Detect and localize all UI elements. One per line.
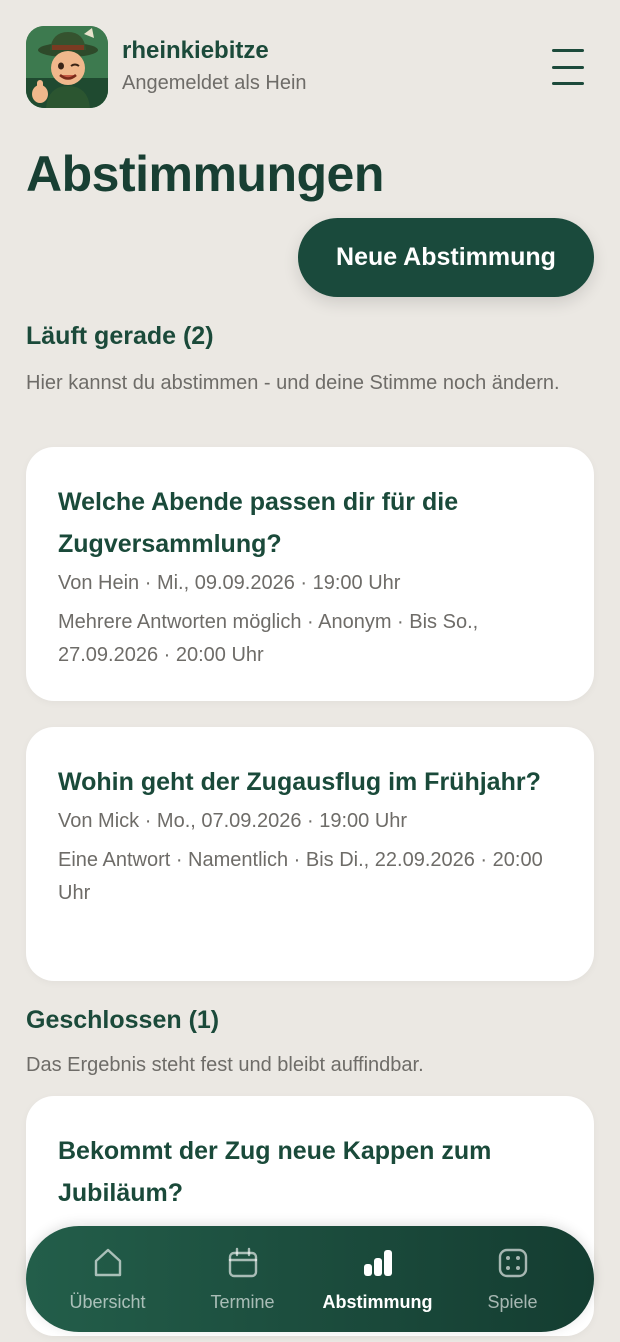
nav-item-games[interactable]: Spiele xyxy=(448,1234,578,1324)
hamburger-menu-icon[interactable] xyxy=(548,45,588,89)
section-description-open: Hier kannst du abstimmen - und deine Sti… xyxy=(26,372,560,394)
poll-card[interactable]: Welche Abende passen dir für die Zugvers… xyxy=(26,447,594,701)
poll-meta: Von Mick · Mo., 07.09.2026 · 19:00 Uhr xyxy=(58,810,408,832)
calendar-icon xyxy=(228,1247,257,1277)
section-title-closed: Geschlossen (1) xyxy=(26,1006,220,1034)
app-header: rheinkiebitze Angemeldet als Hein xyxy=(26,25,594,109)
bar-chart-icon xyxy=(363,1249,392,1276)
section-title-open: Läuft gerade (2) xyxy=(26,322,214,350)
nav-item-dates[interactable]: Termine xyxy=(178,1234,308,1324)
new-poll-button[interactable]: Neue Abstimmung xyxy=(298,218,594,297)
nav-label: Übersicht xyxy=(69,1291,146,1312)
nav-label: Abstimmung xyxy=(322,1291,433,1312)
poll-card[interactable]: Wohin geht der Zugausflug im Frühjahr? V… xyxy=(26,727,594,981)
nav-label: Termine xyxy=(210,1291,275,1312)
home-icon xyxy=(94,1248,121,1276)
bottom-navigation: Übersicht Termine Abstimmung Spiele xyxy=(26,1226,594,1332)
section-description-closed: Das Ergebnis steht fest und bleibt auffi… xyxy=(26,1054,424,1076)
poll-title: Wohin geht der Zugausflug im Frühjahr? xyxy=(58,768,541,796)
nav-label: Spiele xyxy=(487,1291,538,1312)
poll-details: Mehrere Antworten möglich · Anonym · Bis… xyxy=(58,611,479,666)
app-logo xyxy=(26,26,108,108)
app-name: rheinkiebitze xyxy=(122,37,269,64)
logged-in-status: Angemeldet als Hein xyxy=(122,72,307,94)
poll-meta: Von Hein · Mi., 09.09.2026 · 19:00 Uhr xyxy=(58,572,401,594)
dice-icon xyxy=(498,1248,527,1277)
nav-item-overview[interactable]: Übersicht xyxy=(43,1234,173,1324)
nav-item-polls[interactable]: Abstimmung xyxy=(313,1234,443,1324)
poll-details: Eine Antwort · Namentlich · Bis Di., 22.… xyxy=(58,849,543,904)
page-title: Abstimmungen xyxy=(26,146,384,202)
poll-title: Welche Abende passen dir für die Zugvers… xyxy=(58,488,459,558)
poll-title: Bekommt der Zug neue Kappen zum Jubiläum… xyxy=(58,1137,492,1207)
